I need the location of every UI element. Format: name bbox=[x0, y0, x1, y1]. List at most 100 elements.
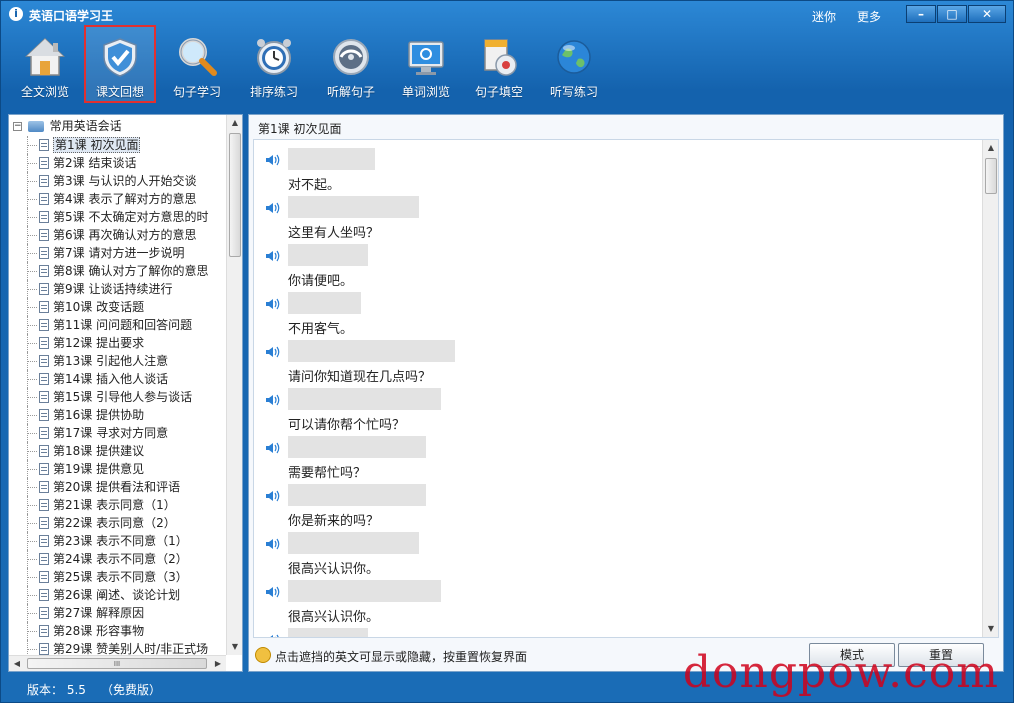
speaker-icon[interactable] bbox=[265, 537, 281, 551]
lesson-tree-item[interactable]: 第17课 寻求对方同意 bbox=[9, 424, 227, 442]
lesson-tree-item[interactable]: 第9课 让谈话持续进行 bbox=[9, 280, 227, 298]
app-info-icon: i bbox=[9, 7, 23, 21]
maximize-button[interactable]: □ bbox=[937, 5, 967, 23]
tree-connector bbox=[27, 271, 37, 272]
english-mask[interactable] bbox=[288, 436, 426, 458]
scroll-thumb[interactable] bbox=[229, 133, 241, 257]
lesson-tree-item[interactable]: 第8课 确认对方了解你的意思 bbox=[9, 262, 227, 280]
lesson-tree-item[interactable]: 第1课 初次见面 bbox=[9, 136, 227, 154]
sentence-row: 需要帮忙吗？ bbox=[254, 436, 982, 484]
lesson-tree-item[interactable]: 第2课 结束谈话 bbox=[9, 154, 227, 172]
main-toolbar: 全文浏览 课文回想 句子学习 排序练习 听解句子 单词浏览 句子填空 听写练习 bbox=[1, 25, 1013, 107]
lesson-tree-item[interactable]: 第22课 表示同意（2） bbox=[9, 514, 227, 532]
tool-word-browse[interactable]: 单词浏览 bbox=[390, 27, 462, 105]
minimize-button[interactable]: – bbox=[906, 5, 936, 23]
tool-full-text-browse[interactable]: 全文浏览 bbox=[9, 27, 81, 105]
sentence-row: 可以请你帮个忙吗？ bbox=[254, 388, 982, 436]
scroll-left-icon[interactable]: ◀ bbox=[9, 656, 25, 671]
lesson-label: 第24课 表示不同意（2） bbox=[53, 552, 188, 566]
speaker-icon[interactable] bbox=[265, 153, 281, 167]
lesson-tree-item[interactable]: 第21课 表示同意（1） bbox=[9, 496, 227, 514]
tree-connector bbox=[27, 325, 37, 326]
document-icon bbox=[39, 175, 49, 187]
english-mask[interactable] bbox=[288, 244, 368, 266]
english-mask[interactable] bbox=[288, 580, 441, 602]
scroll-down-icon[interactable]: ▼ bbox=[983, 621, 998, 637]
speaker-icon[interactable] bbox=[265, 345, 281, 359]
lesson-tree-item[interactable]: 第16课 提供协助 bbox=[9, 406, 227, 424]
lesson-tree-item[interactable]: 第24课 表示不同意（2） bbox=[9, 550, 227, 568]
lesson-tree-item[interactable]: 第27课 解释原因 bbox=[9, 604, 227, 622]
mini-mode-link[interactable]: 迷你 bbox=[812, 8, 836, 25]
tool-text-recall[interactable]: 课文回想 bbox=[84, 25, 156, 103]
lesson-tree-item[interactable]: 第13课 引起他人注意 bbox=[9, 352, 227, 370]
alarm-clock-icon bbox=[257, 39, 291, 75]
speaker-icon[interactable] bbox=[265, 297, 281, 311]
lesson-tree-item[interactable]: 第12课 提出要求 bbox=[9, 334, 227, 352]
lesson-tree-item[interactable]: 第3课 与认识的人开始交谈 bbox=[9, 172, 227, 190]
scroll-down-icon[interactable]: ▼ bbox=[227, 639, 242, 655]
speaker-icon[interactable] bbox=[265, 393, 281, 407]
english-mask[interactable] bbox=[288, 148, 375, 170]
tool-dictation-practice[interactable]: 听写练习 bbox=[538, 27, 610, 105]
lesson-tree-item[interactable]: 第25课 表示不同意（3） bbox=[9, 568, 227, 586]
scroll-right-icon[interactable]: ▶ bbox=[210, 656, 226, 671]
tool-listen-sentence[interactable]: 听解句子 bbox=[315, 27, 387, 105]
tool-label: 课文回想 bbox=[95, 85, 144, 99]
lesson-label: 第20课 提供看法和评语 bbox=[53, 480, 181, 494]
english-mask[interactable] bbox=[288, 484, 426, 506]
speaker-icon[interactable] bbox=[265, 249, 281, 263]
content-vertical-scrollbar[interactable]: ▲ ▼ bbox=[982, 140, 998, 637]
lesson-tree-item[interactable]: 第14课 插入他人谈话 bbox=[9, 370, 227, 388]
lesson-tree-item[interactable]: 第19课 提供意见 bbox=[9, 460, 227, 478]
scroll-thumb[interactable]: III bbox=[27, 658, 207, 669]
scroll-up-icon[interactable]: ▲ bbox=[227, 115, 242, 131]
lesson-tree-item[interactable]: 第20课 提供看法和评语 bbox=[9, 478, 227, 496]
scroll-thumb[interactable] bbox=[985, 158, 997, 194]
lesson-tree-item[interactable]: 第26课 阐述、谈论计划 bbox=[9, 586, 227, 604]
english-mask[interactable] bbox=[288, 628, 368, 637]
tool-sentence-fill[interactable]: 句子填空 bbox=[463, 27, 535, 105]
lesson-tree-item[interactable]: 第15课 引导他人参与谈话 bbox=[9, 388, 227, 406]
tool-sort-practice[interactable]: 排序练习 bbox=[238, 27, 310, 105]
lesson-tree-item[interactable]: 第11课 问问题和回答问题 bbox=[9, 316, 227, 334]
sentence-row: 不用客气。 bbox=[254, 292, 982, 340]
english-mask[interactable] bbox=[288, 532, 419, 554]
speaker-icon[interactable] bbox=[265, 441, 281, 455]
tree-vertical-scrollbar[interactable]: ▲ ▼ bbox=[226, 115, 242, 655]
english-mask[interactable] bbox=[288, 388, 441, 410]
title-bar[interactable]: i 英语口语学习王 迷你 更多 – □ ✕ bbox=[1, 1, 1013, 27]
scroll-up-icon[interactable]: ▲ bbox=[983, 140, 998, 156]
lesson-tree-item[interactable]: 第5课 不太确定对方意思的时 bbox=[9, 208, 227, 226]
speaker-icon[interactable] bbox=[265, 489, 281, 503]
lesson-tree-item[interactable]: 第18课 提供建议 bbox=[9, 442, 227, 460]
lesson-tree-item[interactable]: 第10课 改变话题 bbox=[9, 298, 227, 316]
english-mask[interactable] bbox=[288, 196, 419, 218]
more-link[interactable]: 更多 bbox=[857, 8, 881, 25]
chinese-sentence: 很高兴认识你。 bbox=[288, 562, 380, 577]
speaker-icon[interactable] bbox=[265, 633, 281, 638]
document-icon bbox=[39, 553, 49, 565]
lesson-tree-item[interactable]: 第6课 再次确认对方的意思 bbox=[9, 226, 227, 244]
lesson-tree-item[interactable]: 第4课 表示了解对方的意思 bbox=[9, 190, 227, 208]
lesson-title: 第1课 初次见面 bbox=[258, 122, 342, 136]
speaker-icon[interactable] bbox=[265, 585, 281, 599]
tool-sentence-study[interactable]: 句子学习 bbox=[161, 27, 233, 105]
document-icon bbox=[39, 625, 49, 637]
english-mask[interactable] bbox=[288, 340, 455, 362]
chinese-sentence: 对不起。 bbox=[288, 178, 341, 193]
english-mask[interactable] bbox=[288, 292, 361, 314]
collapse-icon[interactable]: − bbox=[13, 122, 22, 131]
lesson-label: 第29课 赞美别人时/非正式场 bbox=[53, 642, 209, 656]
tree-root[interactable]: − 常用英语会话 bbox=[13, 118, 122, 134]
lesson-tree-item[interactable]: 第7课 请对方进一步说明 bbox=[9, 244, 227, 262]
tree-horizontal-scrollbar[interactable]: ◀ III ▶ bbox=[9, 655, 226, 671]
document-icon bbox=[39, 427, 49, 439]
speaker-icon[interactable] bbox=[265, 201, 281, 215]
lesson-label: 第27课 解释原因 bbox=[53, 606, 145, 620]
monitor-icon bbox=[408, 41, 444, 75]
lesson-tree-item[interactable]: 第23课 表示不同意（1） bbox=[9, 532, 227, 550]
lesson-tree-item[interactable]: 第28课 形容事物 bbox=[9, 622, 227, 640]
tree-connector bbox=[27, 163, 37, 164]
close-button[interactable]: ✕ bbox=[968, 5, 1006, 23]
